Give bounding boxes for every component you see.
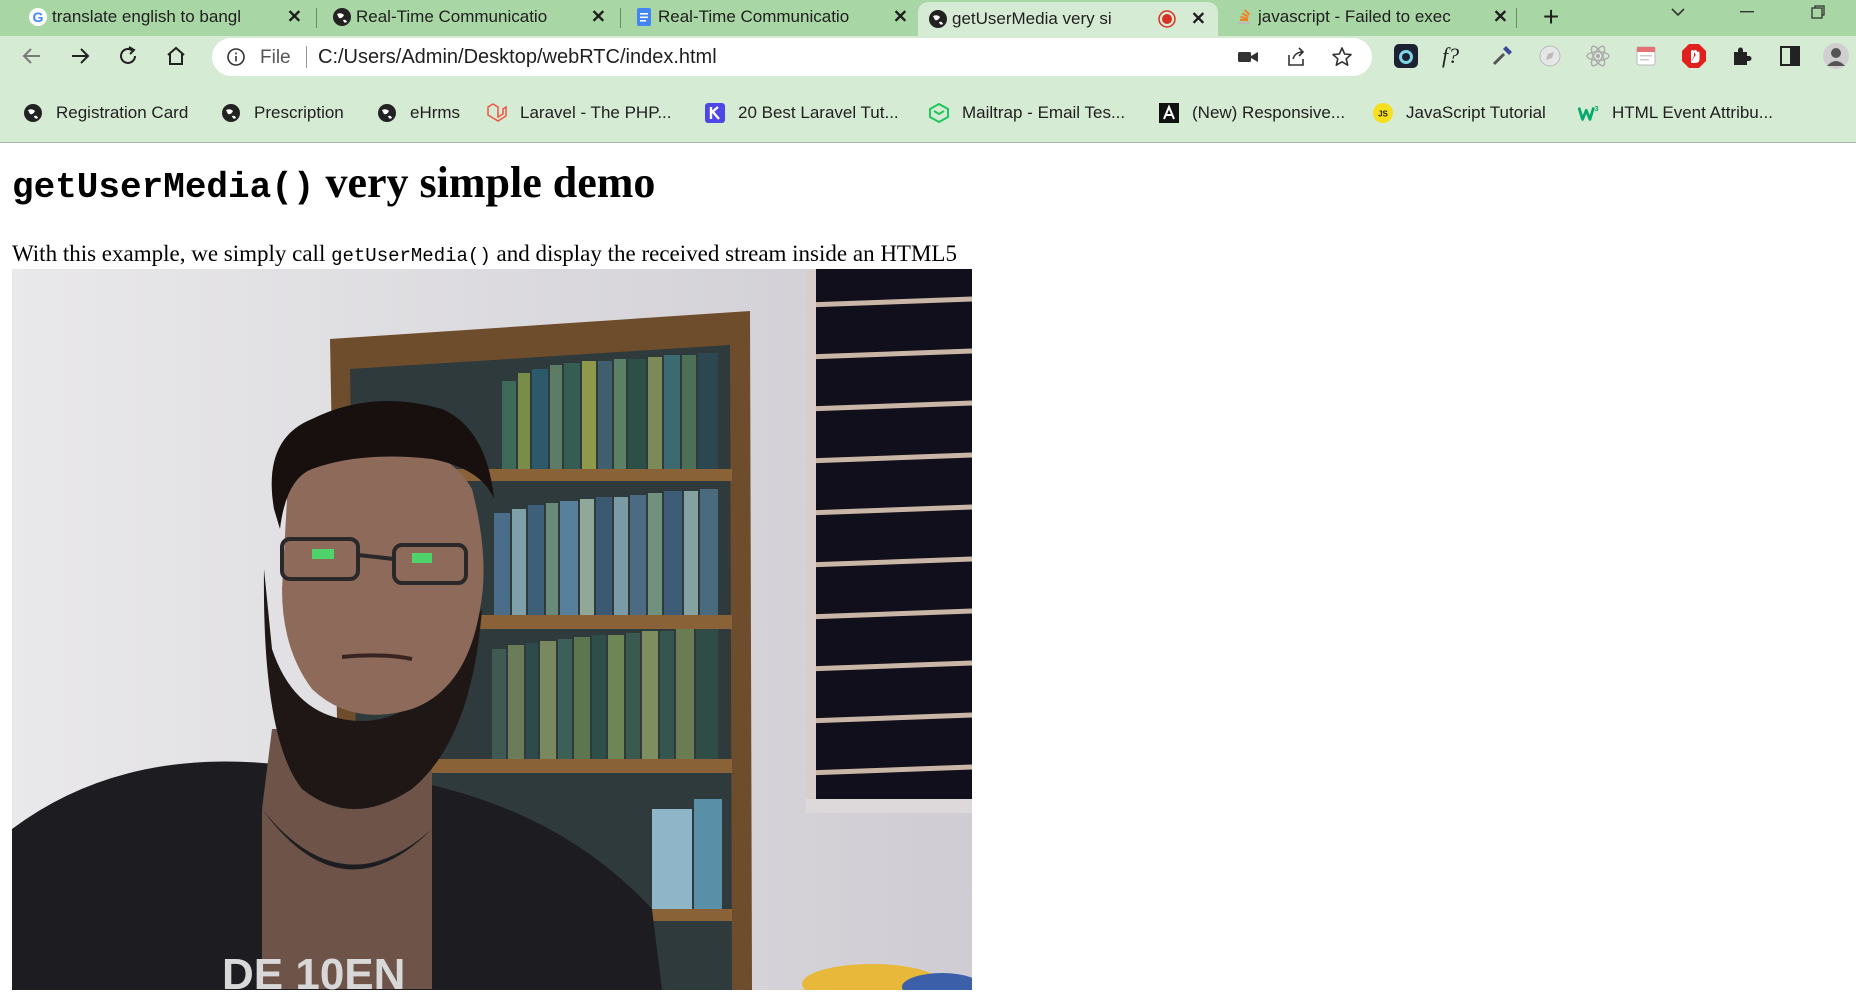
laravel-icon	[486, 102, 508, 124]
close-icon[interactable]: ✕	[287, 7, 302, 28]
bookmark-laravel[interactable]: Laravel - The PHP...	[486, 100, 672, 126]
desc-after: and display the received stream inside a…	[490, 241, 957, 266]
svg-text:G: G	[33, 9, 44, 25]
bookmark-label: 20 Best Laravel Tut...	[738, 103, 899, 122]
video-stream[interactable]: DE 10EN	[12, 269, 972, 990]
a-icon	[1158, 102, 1180, 124]
tab-translate[interactable]: G translate english to bangl ✕	[18, 0, 314, 34]
title-code: getUserMedia()	[12, 167, 315, 208]
stackoverflow-icon	[1234, 7, 1254, 27]
extensions-puzzle-icon[interactable]	[1728, 42, 1756, 70]
tab-separator	[620, 8, 621, 28]
mailtrap-icon	[928, 102, 950, 124]
webcam-frame: DE 10EN	[12, 269, 972, 990]
calendar-icon[interactable]	[1632, 42, 1660, 70]
tab-separator	[1516, 8, 1517, 28]
url-text[interactable]: C:/Users/Admin/Desktop/webRTC/index.html	[318, 46, 717, 69]
tab-title: Real-Time Communicatio	[356, 7, 548, 26]
bookmark-label: JavaScript Tutorial	[1406, 103, 1546, 122]
adblock-icon[interactable]	[1680, 42, 1708, 70]
side-panel-icon[interactable]	[1776, 42, 1804, 70]
tab-realtime-2[interactable]: Real-Time Communicatio ✕	[624, 0, 920, 34]
bookmark-registration-card[interactable]: Registration Card	[22, 100, 188, 126]
bookmark-html-event[interactable]: 3 HTML Event Attribu...	[1578, 100, 1773, 126]
info-icon[interactable]	[226, 47, 246, 72]
window-grille	[805, 269, 972, 813]
page-title: getUserMedia() very simple demo	[12, 157, 655, 208]
svg-text:JS: JS	[1378, 110, 1388, 119]
browser-toolbar: File C:/Users/Admin/Desktop/webRTC/index…	[0, 36, 1856, 76]
file-scheme-label: File	[260, 47, 291, 68]
svg-text:3: 3	[1595, 104, 1599, 113]
tab-search-icon[interactable]	[1666, 0, 1690, 24]
forward-icon[interactable]	[64, 40, 96, 72]
new-tab-button[interactable]: +	[1536, 0, 1566, 34]
page-content: getUserMedia() very simple demo With thi…	[0, 143, 1856, 1007]
bookmark-ehrms[interactable]: eHrms	[376, 100, 460, 126]
js-icon: JS	[1372, 102, 1394, 124]
globe-icon	[22, 102, 44, 124]
w3-icon: 3	[1578, 102, 1600, 124]
react-icon[interactable]	[1584, 42, 1612, 70]
tab-title: translate english to bangl	[52, 7, 242, 26]
extension-tomato-icon[interactable]	[1392, 42, 1420, 70]
bookmark-responsive[interactable]: (New) Responsive...	[1158, 100, 1345, 126]
tab-title: getUserMedia very si	[952, 9, 1112, 28]
reload-icon[interactable]	[112, 40, 144, 72]
avatar[interactable]	[1822, 42, 1850, 70]
eyedropper-icon[interactable]	[1488, 42, 1516, 70]
bookmark-mailtrap[interactable]: Mailtrap - Email Tes...	[928, 100, 1125, 126]
page-description: With this example, we simply call getUse…	[12, 241, 957, 267]
star-icon[interactable]	[1330, 45, 1354, 69]
address-bar[interactable]: File C:/Users/Admin/Desktop/webRTC/index…	[212, 38, 1372, 76]
bookmark-label: HTML Event Attribu...	[1612, 103, 1773, 122]
camera-icon[interactable]	[1236, 45, 1260, 69]
globe-icon	[928, 9, 948, 29]
bookmark-label: (New) Responsive...	[1192, 103, 1346, 122]
tab-stackoverflow[interactable]: javascript - Failed to exec ✕	[1224, 0, 1520, 34]
k-icon	[704, 102, 726, 124]
bookmark-label: Laravel - The PHP...	[520, 103, 672, 122]
svg-text:DE 10EN: DE 10EN	[222, 950, 405, 990]
bookmark-label: Registration Card	[56, 103, 189, 122]
desc-code: getUserMedia()	[331, 245, 491, 267]
desc-before: With this example, we simply call	[12, 241, 332, 266]
globe-icon	[332, 7, 352, 27]
tab-realtime-1[interactable]: Real-Time Communicatio ✕	[322, 0, 618, 34]
tab-separator	[316, 8, 317, 28]
omnibox-divider	[306, 46, 307, 68]
tab-title: javascript - Failed to exec	[1258, 7, 1451, 26]
globe-icon	[220, 102, 242, 124]
bookmark-javascript-tutorial[interactable]: JS JavaScript Tutorial	[1372, 100, 1546, 126]
google-icon: G	[28, 7, 48, 27]
globe-icon	[376, 102, 398, 124]
docs-icon	[634, 7, 654, 27]
bookmark-best-laravel[interactable]: 20 Best Laravel Tut...	[704, 100, 899, 126]
share-icon[interactable]	[1284, 45, 1308, 69]
tab-strip: G translate english to bangl ✕ Real-Time…	[0, 0, 1856, 36]
minimize-icon[interactable]	[1735, 0, 1759, 24]
bookmark-label: Prescription	[254, 103, 344, 122]
close-icon[interactable]: ✕	[893, 7, 908, 28]
bookmark-prescription[interactable]: Prescription	[220, 100, 344, 126]
bookmark-label: Mailtrap - Email Tes...	[962, 103, 1126, 122]
compass-icon[interactable]	[1536, 42, 1564, 70]
restore-icon[interactable]	[1806, 0, 1830, 24]
close-icon[interactable]: ✕	[591, 7, 606, 28]
bookmark-label: eHrms	[410, 103, 461, 122]
close-icon[interactable]: ✕	[1493, 7, 1508, 28]
close-icon[interactable]: ✕	[1191, 9, 1206, 30]
home-icon[interactable]	[160, 40, 192, 72]
function-icon[interactable]: f?	[1440, 42, 1468, 70]
tab-getusermedia[interactable]: getUserMedia very si ✕	[918, 2, 1218, 36]
title-text: very simple demo	[314, 158, 656, 207]
tab-title: Real-Time Communicatio	[658, 7, 850, 26]
bookmarks-bar: Registration Card Prescription eHrms Lar…	[0, 76, 1856, 143]
svg-text:f?: f?	[1442, 43, 1459, 68]
recording-icon	[1158, 10, 1176, 28]
back-icon[interactable]	[16, 40, 48, 72]
